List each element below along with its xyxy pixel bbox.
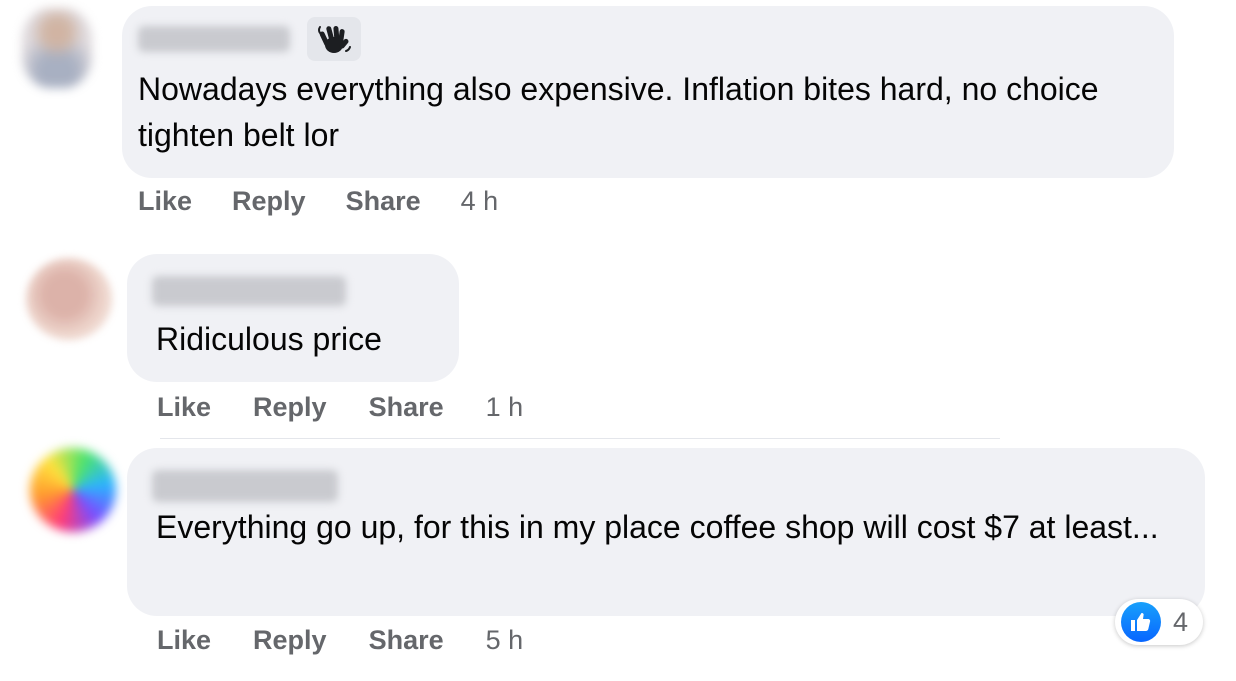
reaction-summary[interactable]: 4	[1115, 599, 1203, 645]
waving-hand-icon	[307, 17, 361, 61]
timestamp-link[interactable]: 1 h	[486, 392, 524, 423]
comment-text: Ridiculous price	[156, 321, 382, 357]
share-button[interactable]: Share	[369, 625, 444, 656]
comment-actions: Like Reply Share 4 h	[138, 186, 498, 217]
like-button[interactable]: Like	[138, 186, 192, 217]
avatar[interactable]	[30, 448, 116, 532]
like-button[interactable]: Like	[157, 392, 211, 423]
timestamp-link[interactable]: 4 h	[461, 186, 499, 217]
comment-text: Nowadays everything also expensive. Infl…	[138, 71, 1099, 153]
like-button[interactable]: Like	[157, 625, 211, 656]
avatar[interactable]	[22, 8, 92, 88]
comment-text: Everything go up, for this in my place c…	[156, 509, 1159, 545]
commenter-name-blurred[interactable]	[138, 26, 290, 52]
comment-actions: Like Reply Share 5 h	[157, 625, 523, 656]
commenter-name-blurred[interactable]	[152, 470, 338, 502]
comment-actions: Like Reply Share 1 h	[157, 392, 523, 423]
avatar[interactable]	[26, 258, 112, 340]
reply-button[interactable]: Reply	[253, 392, 327, 423]
timestamp-link[interactable]: 5 h	[486, 625, 524, 656]
reply-button[interactable]: Reply	[232, 186, 306, 217]
share-button[interactable]: Share	[346, 186, 421, 217]
commenter-name-blurred[interactable]	[152, 276, 346, 306]
share-button[interactable]: Share	[369, 392, 444, 423]
divider	[160, 438, 1000, 439]
reply-button[interactable]: Reply	[253, 625, 327, 656]
like-icon	[1121, 602, 1161, 642]
reaction-count: 4	[1173, 606, 1189, 637]
